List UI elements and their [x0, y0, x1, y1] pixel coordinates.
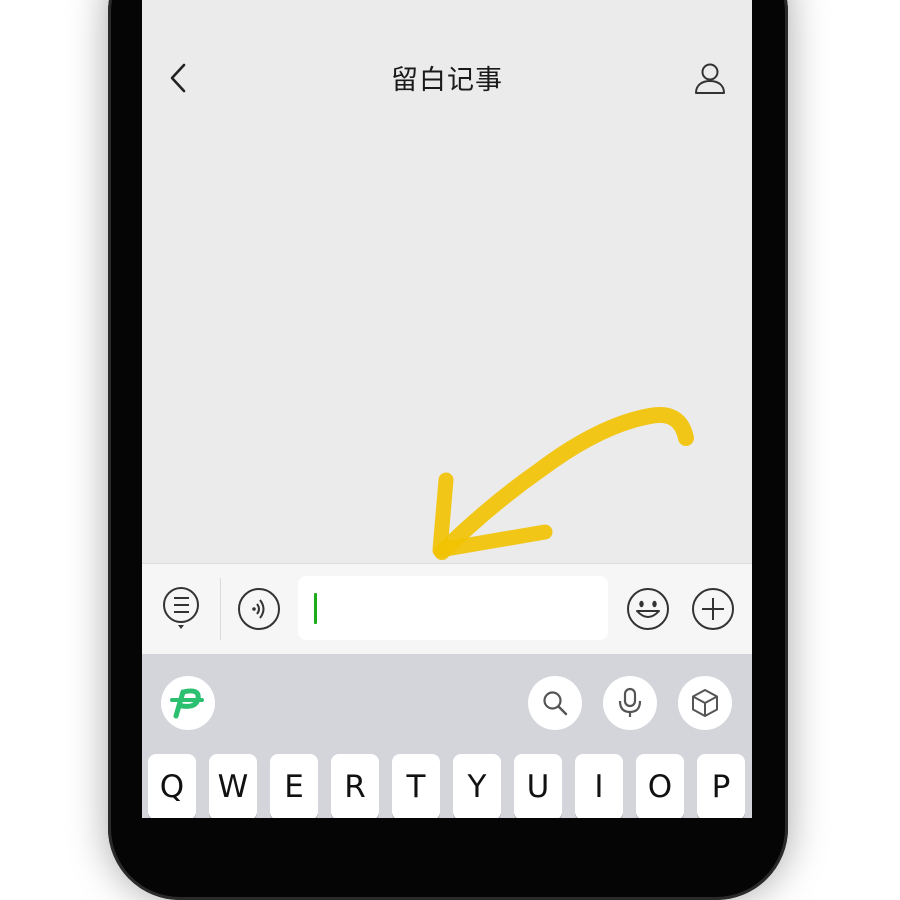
- list-icon: [163, 587, 199, 629]
- key-u[interactable]: U: [514, 754, 562, 818]
- message-input[interactable]: [298, 576, 608, 640]
- phone-screen: 留白记事 Q W E R T Y U I O P: [142, 0, 752, 818]
- voice-icon: [238, 588, 280, 630]
- keyboard-search-button[interactable]: [528, 676, 582, 730]
- user-icon: [695, 63, 725, 94]
- input-bar: [142, 563, 752, 655]
- chat-area: [142, 116, 752, 563]
- key-w[interactable]: W: [209, 754, 257, 818]
- keyboard-voice-button[interactable]: [603, 676, 657, 730]
- input-method-logo-icon: [170, 688, 204, 719]
- keyboard: Q W E R T Y U I O P: [142, 654, 752, 818]
- smiley-icon: [627, 588, 669, 630]
- key-p[interactable]: P: [697, 754, 745, 818]
- divider: [220, 578, 221, 640]
- key-y[interactable]: Y: [453, 754, 501, 818]
- key-i[interactable]: I: [575, 754, 623, 818]
- cube-icon: [692, 689, 718, 717]
- navigation-bar: 留白记事: [142, 40, 752, 116]
- key-r[interactable]: R: [331, 754, 379, 818]
- menu-list-button[interactable]: [157, 584, 205, 632]
- profile-button[interactable]: [690, 58, 730, 98]
- key-t[interactable]: T: [392, 754, 440, 818]
- keyboard-toolbox-button[interactable]: [678, 676, 732, 730]
- key-q[interactable]: Q: [148, 754, 196, 818]
- page-title: 留白记事: [391, 65, 503, 96]
- input-method-logo-button[interactable]: [161, 676, 215, 730]
- microphone-icon: [618, 687, 642, 717]
- key-e[interactable]: E: [270, 754, 318, 818]
- search-icon: [543, 691, 568, 716]
- text-caret: [314, 593, 317, 624]
- add-button[interactable]: [689, 585, 737, 633]
- keyboard-row-1: Q W E R T Y U I O P: [148, 754, 748, 818]
- key-o[interactable]: O: [636, 754, 684, 818]
- plus-circle-icon: [692, 588, 734, 630]
- emoji-button[interactable]: [624, 585, 672, 633]
- keyboard-toolbar: [142, 654, 752, 746]
- voice-button[interactable]: [235, 585, 283, 633]
